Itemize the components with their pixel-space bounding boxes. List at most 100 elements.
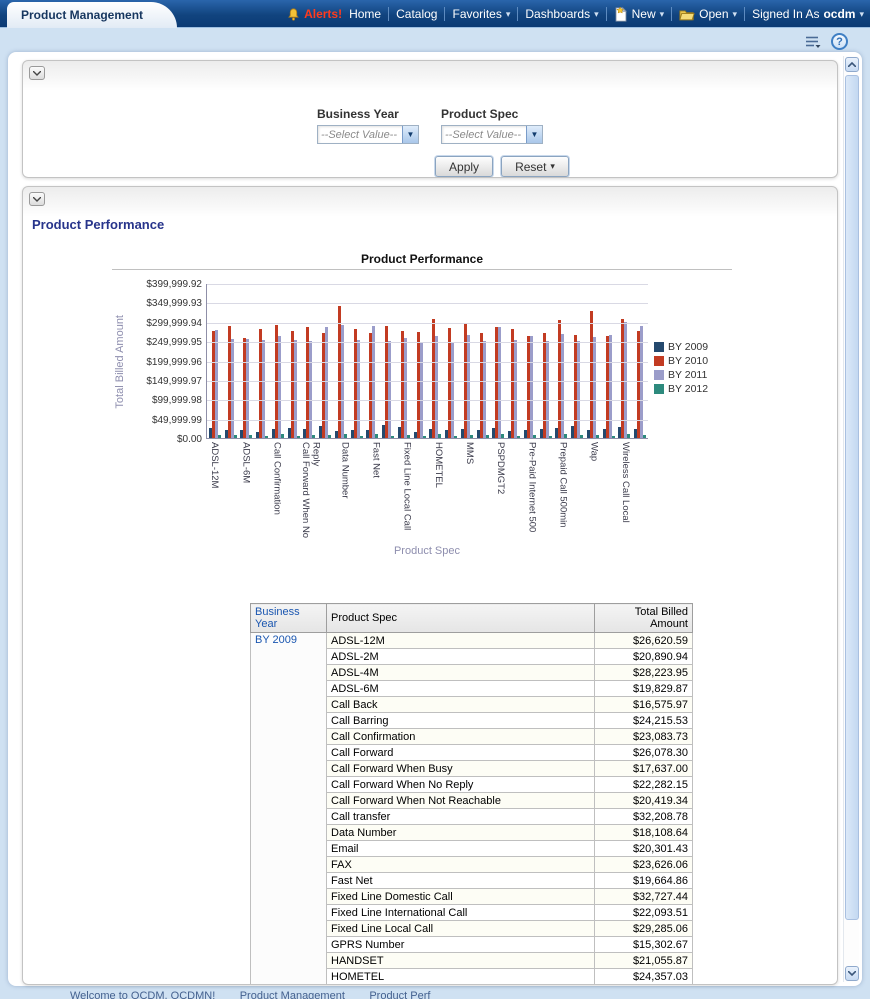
bar[interactable] <box>312 435 315 438</box>
bar[interactable] <box>278 336 281 438</box>
bar[interactable] <box>612 436 615 438</box>
bar[interactable] <box>297 436 300 438</box>
bar[interactable] <box>580 435 583 438</box>
bar[interactable] <box>467 335 470 438</box>
bar[interactable] <box>533 435 536 438</box>
bar[interactable] <box>486 435 489 438</box>
bar[interactable] <box>501 434 504 438</box>
bar[interactable] <box>530 336 533 438</box>
bar[interactable] <box>294 340 297 438</box>
bar-group <box>443 283 459 438</box>
bar[interactable] <box>470 435 473 438</box>
bar[interactable] <box>328 435 331 438</box>
help-icon[interactable]: ? <box>831 33 848 50</box>
y-tick-label: $0.00 <box>177 434 202 445</box>
dropdown-arrow-icon[interactable]: ▼ <box>526 126 542 143</box>
bar[interactable] <box>546 341 549 438</box>
y-tick-label: $199,999.96 <box>146 357 202 368</box>
bar[interactable] <box>375 434 378 438</box>
bar[interactable] <box>249 435 252 438</box>
scrollbar-thumb[interactable] <box>845 75 859 920</box>
x-tick-label: Call Confirmation <box>271 442 282 539</box>
column-header-total-billed-amount[interactable]: Total Billed Amount <box>595 604 693 633</box>
dashboard-tab-product-management[interactable]: Product Management <box>7 2 177 28</box>
business-year-cell[interactable]: BY 2009 <box>251 633 327 986</box>
bar[interactable] <box>564 434 567 438</box>
bar[interactable] <box>407 435 410 438</box>
dashboards-menu[interactable]: Dashboards▾ <box>525 7 598 21</box>
bar[interactable] <box>360 436 363 438</box>
column-header-business-year[interactable]: Business Year <box>251 604 327 633</box>
bar[interactable] <box>643 435 646 438</box>
dashboard-tab-label: Product Management <box>21 8 143 22</box>
x-tick-slot: ADSL-12M <box>206 439 222 539</box>
catalog-link[interactable]: Catalog <box>396 7 437 21</box>
bar[interactable] <box>577 341 580 438</box>
alerts-link[interactable]: Alerts! <box>287 7 342 21</box>
vertical-scrollbar[interactable] <box>843 56 859 982</box>
gridline <box>207 323 648 324</box>
bar[interactable] <box>404 338 407 438</box>
bar-group <box>223 283 239 438</box>
bar[interactable] <box>391 436 394 438</box>
bar[interactable] <box>627 434 630 438</box>
bar[interactable] <box>498 327 501 438</box>
bar[interactable] <box>609 335 612 438</box>
bar[interactable] <box>435 336 438 438</box>
bar[interactable] <box>549 436 552 438</box>
bar[interactable] <box>483 341 486 438</box>
bar[interactable] <box>517 436 520 438</box>
x-tick-label: PSPDMGT2 <box>495 442 506 539</box>
bar[interactable] <box>246 339 249 438</box>
bar[interactable] <box>325 327 328 438</box>
folder-open-icon <box>679 8 695 21</box>
scroll-down-button[interactable] <box>845 966 859 981</box>
bar[interactable] <box>454 436 457 438</box>
bar[interactable] <box>234 435 237 438</box>
bar[interactable] <box>438 434 441 438</box>
x-tick-label: Call Forward When No Reply <box>299 442 320 539</box>
product-spec-cell: Call Forward When Not Reachable <box>327 793 595 809</box>
collapse-section-button[interactable] <box>29 66 45 80</box>
chart-plot-area <box>206 284 648 439</box>
bar[interactable] <box>309 341 312 438</box>
product-spec-cell: Fixed Line Domestic Call <box>327 889 595 905</box>
gridline <box>207 284 648 285</box>
bar[interactable] <box>593 337 596 438</box>
bar[interactable] <box>344 434 347 438</box>
bar[interactable] <box>231 339 234 438</box>
collapse-section-button[interactable] <box>29 192 45 206</box>
apply-button[interactable]: Apply <box>435 156 493 177</box>
scroll-up-button[interactable] <box>845 57 859 72</box>
bar[interactable] <box>357 340 360 438</box>
bar[interactable] <box>596 435 599 438</box>
dropdown-arrow-icon[interactable]: ▼ <box>402 126 418 143</box>
page-options-icon[interactable] <box>805 35 822 49</box>
bar[interactable] <box>423 436 426 438</box>
bar[interactable] <box>265 436 268 438</box>
business-year-select[interactable]: --Select Value-- ▼ <box>317 125 419 144</box>
bar[interactable] <box>561 334 564 438</box>
x-tick-label: Fast Net <box>370 442 381 539</box>
bar[interactable] <box>514 340 517 438</box>
reset-button[interactable]: Reset▾ <box>501 156 569 177</box>
bar[interactable] <box>451 342 454 438</box>
chart-legend: BY 2009BY 2010BY 2011BY 2012 <box>648 284 732 439</box>
bar[interactable] <box>420 342 423 438</box>
chart-body: Total Billed Amount $399,999.92$349,999.… <box>112 284 732 439</box>
menu-separator <box>606 7 607 21</box>
home-link[interactable]: Home <box>349 7 381 21</box>
x-tick-slot <box>414 439 430 539</box>
bar[interactable] <box>281 434 284 438</box>
product-spec-select[interactable]: --Select Value-- ▼ <box>441 125 543 144</box>
column-header-product-spec[interactable]: Product Spec <box>327 604 595 633</box>
bar[interactable] <box>218 435 221 438</box>
bar[interactable] <box>215 330 218 438</box>
new-menu[interactable]: New▾ <box>614 7 665 22</box>
bar[interactable] <box>388 341 391 438</box>
bar[interactable] <box>262 340 265 438</box>
signed-in-menu[interactable]: Signed In As ocdm ▾ <box>752 7 864 21</box>
page-toolbar: ? <box>805 33 848 50</box>
open-menu[interactable]: Open▾ <box>679 7 737 21</box>
favorites-menu[interactable]: Favorites▾ <box>452 7 510 21</box>
